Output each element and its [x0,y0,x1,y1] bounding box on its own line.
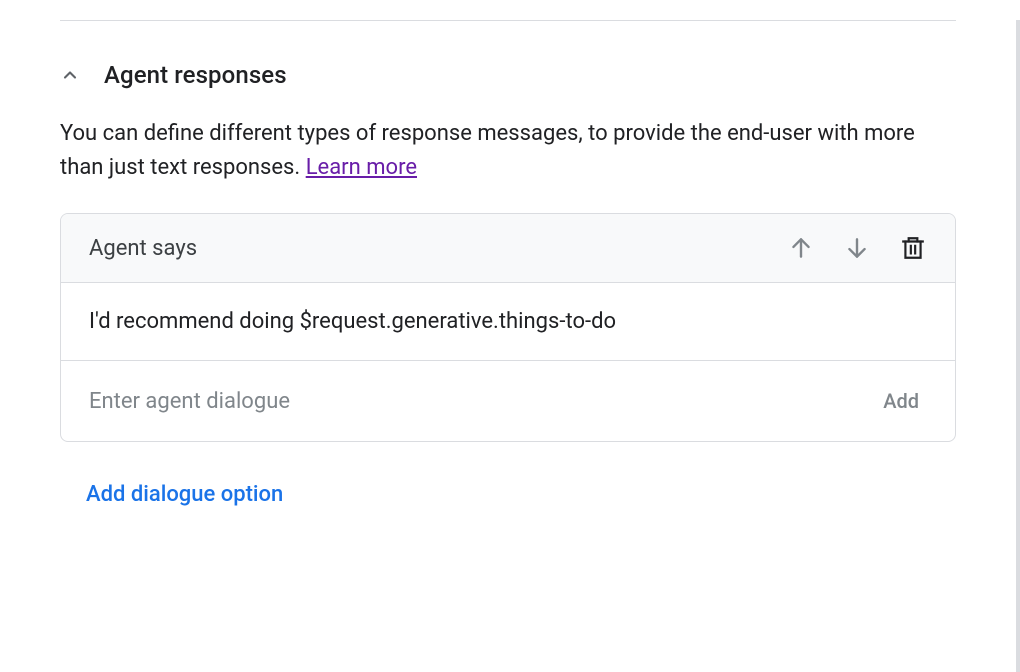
section-header: Agent responses [20,21,996,117]
card-header-title: Agent says [89,236,787,261]
dialogue-input-row: Add [61,361,955,441]
add-dialogue-option-link[interactable]: Add dialogue option [86,482,956,507]
section-title: Agent responses [104,61,287,89]
learn-more-link[interactable]: Learn more [306,155,417,180]
card-header-actions [787,234,927,262]
add-button[interactable]: Add [875,385,927,417]
card-header: Agent says [61,214,955,283]
agent-says-card: Agent says [60,213,956,442]
arrow-up-icon[interactable] [787,234,815,262]
chevron-up-icon[interactable] [60,65,80,85]
trash-icon[interactable] [899,234,927,262]
section-description: You can define different types of respon… [20,117,996,213]
dialogue-input[interactable] [89,389,855,414]
arrow-down-icon[interactable] [843,234,871,262]
agent-response-text[interactable]: I'd recommend doing $request.generative.… [61,283,955,361]
